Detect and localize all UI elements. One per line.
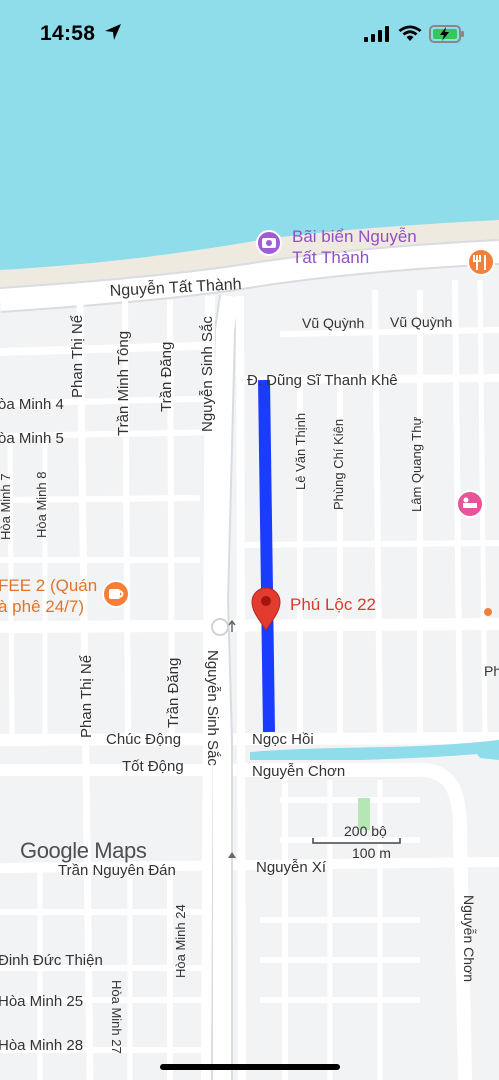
poi-cafe[interactable]: FEE 2 (Quán à phê 24/7) xyxy=(0,576,130,616)
poi-beach-line1: Bãi biển Nguyễn xyxy=(292,227,417,246)
status-time: 14:58 xyxy=(40,22,96,45)
pin-label: Phú Lộc 22 xyxy=(290,595,376,614)
status-bar: 14:58 xyxy=(0,0,499,60)
label-hoa-minh-27: Hòa Minh 27 xyxy=(109,980,124,1054)
location-arrow-icon xyxy=(105,24,121,40)
highlighted-street[interactable] xyxy=(258,379,275,733)
label-nguyen-sinh-sac-bottom: Nguyễn Sinh Sắc xyxy=(204,650,221,766)
label-hoa-minh-28: Hòa Minh 28 xyxy=(0,1037,83,1054)
label-tot-dong: Tốt Động xyxy=(122,758,184,775)
label-nguyen-chon-vertical: Nguyễn Chơn xyxy=(461,895,477,982)
label-ph: Ph xyxy=(484,663,499,679)
label-nguyen-chon: Nguyễn Chơn xyxy=(252,763,345,780)
poi-cafe-line1: FEE 2 (Quán xyxy=(0,576,97,595)
label-hoa-minh-8: Hòa Minh 8 xyxy=(34,472,49,538)
label-tran-dang-bottom: Trần Đăng xyxy=(165,658,182,728)
label-ngoc-hoi: Ngọc Hồi xyxy=(252,731,314,748)
road-nguyen-chon-curve[interactable] xyxy=(240,763,472,1080)
label-hoa-minh-24: Hòa Minh 24 xyxy=(173,904,188,978)
poi-hotel[interactable] xyxy=(456,490,484,518)
home-indicator[interactable] xyxy=(160,1064,340,1070)
battery-charging-icon xyxy=(429,25,464,43)
label-phan-thi-ne-bottom: Phan Thị Nể xyxy=(78,655,95,738)
poi-dot[interactable] xyxy=(484,608,492,616)
label-dung-si-thanh-khe: Đ. Dũng Sĩ Thanh Khê xyxy=(247,372,398,389)
scale-bar: 200 bộ 100 m xyxy=(312,823,401,861)
label-dinh-duc-thien: Đinh Đức Thiện xyxy=(0,952,103,969)
label-nguyen-sinh-sac-top: Nguyễn Sinh Sắc xyxy=(199,316,216,432)
map-canvas[interactable]: Nguyễn Tất Thành Vũ Quỳnh Vũ Quỳnh Đ. Dũ… xyxy=(0,0,499,1080)
label-phan-thi-ne-top: Phan Thị Nể xyxy=(69,315,86,398)
label-hoa-minh-7: Hòa Minh 7 xyxy=(0,474,13,540)
label-le-van-thinh: Lê Văn Thịnh xyxy=(293,413,308,490)
cellular-signal-icon xyxy=(364,26,389,42)
label-lam-quang-thu: Lâm Quang Thự xyxy=(409,417,424,512)
google-maps-logo: Google Maps xyxy=(20,838,147,863)
label-tran-dang-top: Trần Đăng xyxy=(158,342,175,412)
label-phung-chi-kien: Phùng Chí Kiên xyxy=(331,419,346,510)
poi-restaurant[interactable] xyxy=(467,248,495,276)
label-tran-minh-tong: Trần Minh Tông xyxy=(115,331,132,436)
label-chuc-dong: Chúc Động xyxy=(106,731,181,748)
label-hoa-minh-25: Hòa Minh 25 xyxy=(0,993,83,1010)
label-hoa-minh-5: òa Minh 5 xyxy=(0,430,64,447)
scale-bottom-label: 100 m xyxy=(352,845,391,861)
label-vu-quynh-1: Vũ Quỳnh xyxy=(302,315,364,331)
label-hoa-minh-4: òa Minh 4 xyxy=(0,396,64,413)
poi-beach-line2: Tất Thành xyxy=(292,248,369,267)
scale-top-label: 200 bộ xyxy=(344,823,387,839)
poi-cafe-line2: à phê 24/7) xyxy=(0,597,84,616)
wifi-icon xyxy=(398,25,422,41)
label-tran-nguyen-dan: Trần Nguyên Đán xyxy=(58,862,176,879)
label-vu-quynh-2: Vũ Quỳnh xyxy=(390,314,452,330)
